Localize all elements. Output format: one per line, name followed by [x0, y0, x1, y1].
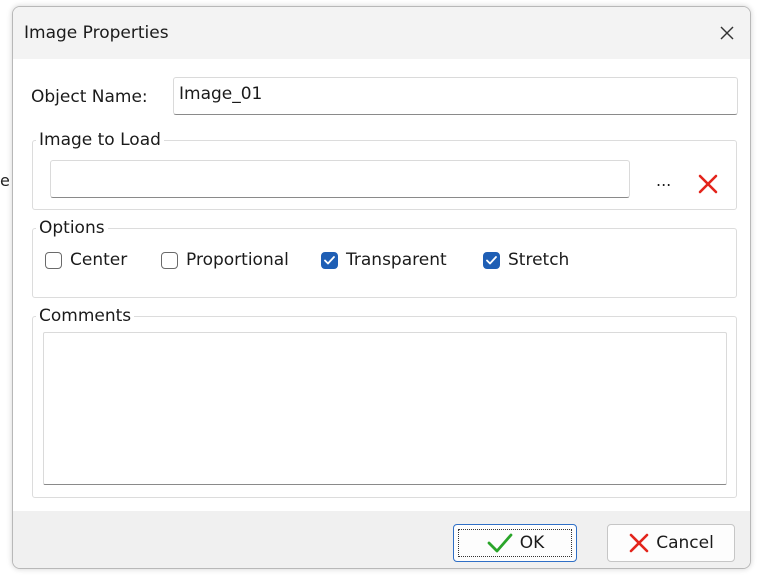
object-name-label: Object Name:: [31, 87, 148, 107]
object-name-input[interactable]: Image_01: [173, 77, 738, 115]
browse-button[interactable]: ...: [656, 171, 671, 190]
dialog-content: Object Name: Image_01 Image to Load ... …: [13, 59, 750, 511]
option-label: Proportional: [186, 250, 289, 270]
option-transparent-checkbox[interactable]: Transparent: [321, 250, 447, 270]
option-proportional-checkbox[interactable]: Proportional: [161, 250, 289, 270]
image-to-load-legend: Image to Load: [36, 130, 164, 150]
focus-rectangle: [458, 529, 572, 557]
option-label: Stretch: [508, 250, 570, 270]
comments-legend: Comments: [36, 306, 135, 326]
red-x-icon: [629, 533, 649, 553]
image-path-input[interactable]: [50, 160, 630, 198]
option-label: Transparent: [346, 250, 447, 270]
background-window-text: e: [0, 171, 10, 190]
dialog-title: Image Properties: [24, 23, 169, 43]
cancel-button-label: Cancel: [656, 533, 714, 553]
image-properties-dialog: Image Properties Object Name: Image_01 I…: [12, 6, 751, 569]
checkbox-checked-icon: [321, 251, 338, 269]
option-center-checkbox[interactable]: Center: [45, 250, 127, 270]
ok-button[interactable]: OK: [453, 524, 577, 562]
option-stretch-checkbox[interactable]: Stretch: [483, 250, 569, 270]
title-bar: Image Properties: [13, 7, 750, 59]
ok-button-label: OK: [519, 533, 545, 553]
checkbox-unchecked-icon: [45, 251, 62, 269]
close-icon: [720, 26, 734, 40]
option-label: Center: [70, 250, 128, 270]
options-legend: Options: [36, 218, 108, 238]
button-bar: OK Cancel: [13, 511, 750, 568]
clear-image-icon[interactable]: [697, 173, 719, 195]
checkbox-checked-icon: [483, 251, 500, 269]
comments-textarea[interactable]: [43, 332, 727, 485]
close-button[interactable]: [704, 7, 750, 59]
cancel-button[interactable]: Cancel: [607, 524, 735, 562]
green-check-icon: [487, 533, 513, 553]
checkbox-unchecked-icon: [161, 251, 178, 269]
